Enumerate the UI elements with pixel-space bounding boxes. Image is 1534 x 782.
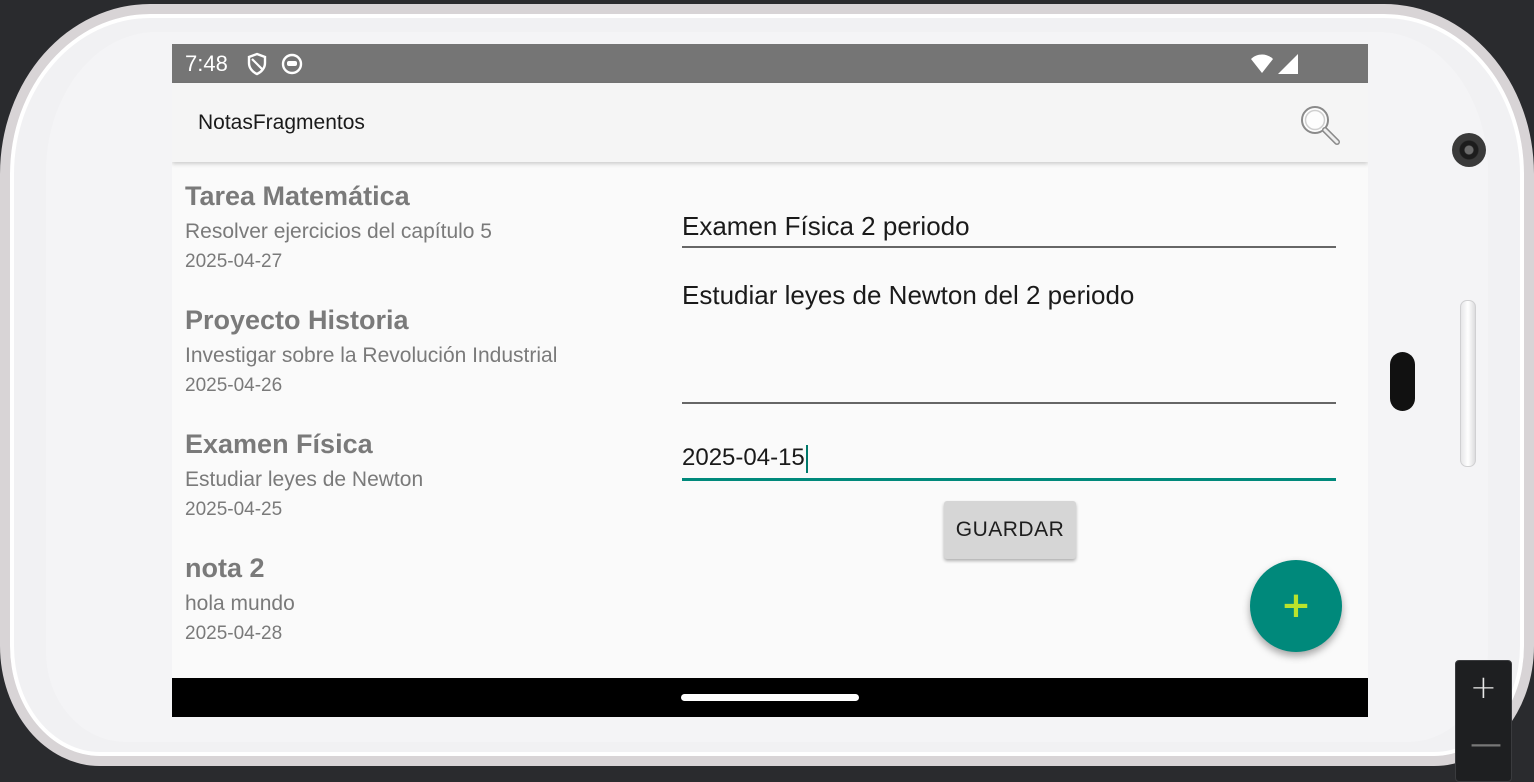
note-title: Tarea Matemática bbox=[185, 181, 410, 211]
note-description: hola mundo bbox=[185, 592, 295, 615]
app-title: NotasFragmentos bbox=[198, 111, 365, 134]
notification-icon bbox=[281, 53, 303, 75]
status-bar: 7:48 bbox=[172, 44, 1368, 83]
list-item[interactable]: Examen Física Estudiar leyes de Newton 2… bbox=[185, 420, 645, 544]
add-note-button[interactable]: + bbox=[1250, 560, 1342, 652]
wifi-icon bbox=[1251, 54, 1273, 73]
navigation-bar bbox=[172, 678, 1368, 717]
zoom-out-button[interactable]: — bbox=[1470, 727, 1502, 759]
search-icon[interactable] bbox=[1298, 103, 1342, 147]
note-date: 2025-04-25 bbox=[185, 499, 283, 520]
note-description: Investigar sobre la Revolución Industria… bbox=[185, 344, 558, 367]
shield-icon bbox=[247, 52, 267, 76]
note-date: 2025-04-27 bbox=[185, 251, 283, 272]
note-description: Estudiar leyes de Newton bbox=[185, 468, 424, 491]
date-field-value: 2025-04-15 bbox=[682, 444, 805, 471]
list-item[interactable]: nota 2 hola mundo 2025-04-28 bbox=[185, 544, 645, 668]
list-item[interactable]: Proyecto Historia Investigar sobre la Re… bbox=[185, 296, 645, 420]
save-button[interactable]: GUARDAR bbox=[944, 501, 1076, 559]
text-cursor bbox=[805, 444, 808, 473]
note-list: Tarea Matemática Resolver ejercicios del… bbox=[185, 172, 645, 668]
note-title: nota 2 bbox=[185, 553, 265, 583]
plus-icon: + bbox=[1280, 585, 1312, 626]
app-bar: NotasFragmentos bbox=[172, 83, 1368, 162]
body-field[interactable]: Estudiar leyes de Newton del 2 periodo bbox=[682, 274, 1336, 404]
main-content: Tarea Matemática Resolver ejercicios del… bbox=[172, 162, 1368, 678]
device-side-rail bbox=[1460, 300, 1476, 467]
note-date: 2025-04-26 bbox=[185, 375, 283, 396]
status-time: 7:48 bbox=[185, 51, 228, 76]
home-handle[interactable] bbox=[681, 694, 859, 701]
note-date: 2025-04-28 bbox=[185, 623, 283, 644]
list-item[interactable]: Tarea Matemática Resolver ejercicios del… bbox=[185, 172, 645, 296]
signal-icon bbox=[1278, 54, 1298, 74]
device-side-button[interactable] bbox=[1390, 352, 1415, 411]
date-field[interactable]: 2025-04-15 bbox=[682, 438, 1336, 481]
emulator-zoom-control: + — bbox=[1455, 660, 1512, 782]
note-title: Proyecto Historia bbox=[185, 305, 409, 335]
title-field[interactable]: Examen Física 2 periodo bbox=[682, 206, 1336, 248]
note-description: Resolver ejercicios del capítulo 5 bbox=[185, 220, 492, 243]
zoom-in-button[interactable]: + bbox=[1470, 671, 1497, 703]
note-title: Examen Física bbox=[185, 429, 373, 459]
camera-icon bbox=[1452, 133, 1486, 167]
device-screen: 7:48 NotasFragmentos Tarea Matemática Re… bbox=[172, 44, 1368, 717]
